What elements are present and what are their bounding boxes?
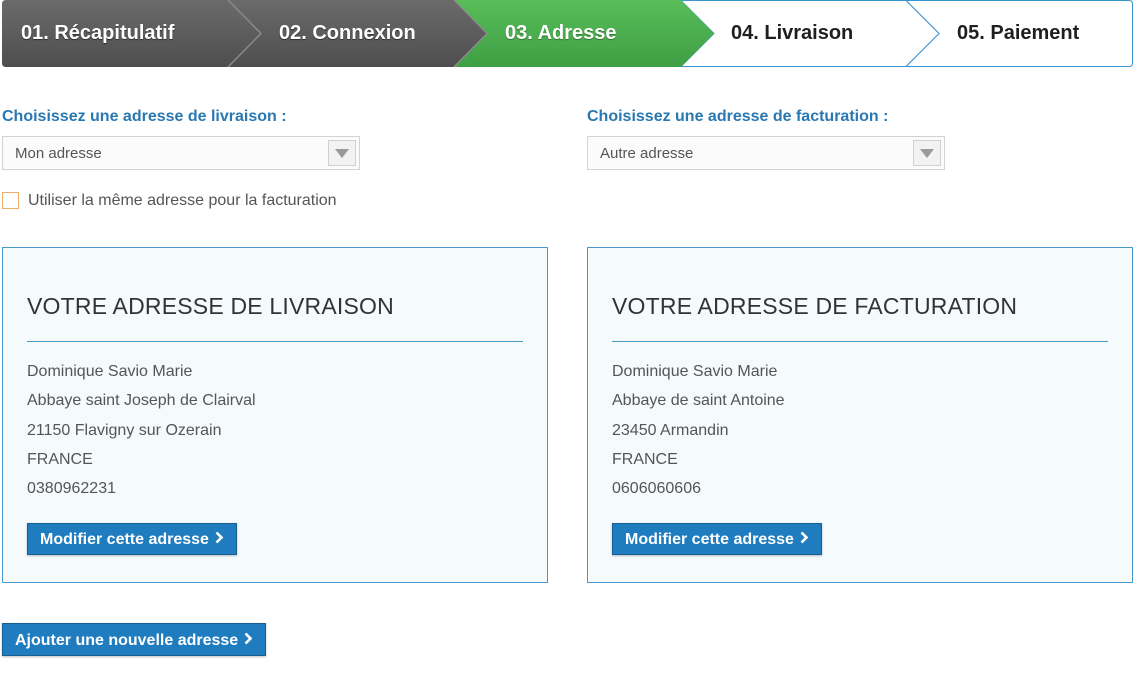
address-street: Abbaye saint Joseph de Clairval [27, 392, 256, 410]
add-new-address-button[interactable]: Ajouter une nouvelle adresse [2, 623, 267, 657]
step-connexion[interactable]: 02. Connexion [279, 0, 416, 67]
billing-address-lines: Dominique Savio Marie Abbaye de saint An… [612, 362, 785, 508]
triangle-down-icon [335, 149, 349, 158]
address-country: FRANCE [27, 450, 93, 468]
divider [612, 341, 1108, 342]
edit-delivery-address-button[interactable]: Modifier cette adresse [27, 523, 237, 555]
delivery-address-label: Choisissez une adresse de livraison : [2, 108, 287, 125]
address-city: 21150 Flavigny sur Ozerain [27, 421, 222, 439]
chevron-right-icon [800, 524, 809, 556]
step-livraison: 04. Livraison [731, 22, 854, 44]
delivery-select-value: Mon adresse [15, 145, 102, 162]
billing-card-title: VOTRE ADRESSE DE FACTURATION [612, 293, 1018, 319]
address-name: Dominique Savio Marie [612, 363, 778, 380]
billing-address-label: Choisissez une adresse de facturation : [587, 108, 889, 125]
triangle-down-icon [920, 149, 934, 158]
same-address-checkbox[interactable] [2, 192, 19, 209]
delivery-address-card: VOTRE ADRESSE DE LIVRAISON Dominique Sav… [2, 247, 548, 583]
delivery-address-lines: Dominique Savio Marie Abbaye saint Josep… [27, 362, 256, 508]
address-country: FRANCE [612, 450, 678, 468]
step-recapitulatif[interactable]: 01. Récapitulatif [21, 0, 174, 67]
dropdown-arrow-button[interactable] [913, 140, 941, 166]
address-street: Abbaye de saint Antoine [612, 392, 785, 410]
dropdown-arrow-button[interactable] [328, 140, 356, 166]
billing-address-select[interactable]: Autre adresse [587, 136, 945, 170]
step-adresse: 03. Adresse [505, 22, 617, 44]
delivery-address-select[interactable]: Mon adresse [2, 136, 360, 170]
button-label: Modifier cette adresse [625, 531, 794, 549]
checkout-steps: 01. Récapitulatif 02. Connexion 03. Adre… [2, 0, 1133, 67]
edit-billing-address-button[interactable]: Modifier cette adresse [612, 523, 822, 555]
billing-select-value: Autre adresse [600, 145, 694, 162]
button-label: Ajouter une nouvelle adresse [15, 632, 239, 649]
address-name: Dominique Savio Marie [27, 363, 193, 380]
address-city: 23450 Armandin [612, 421, 729, 439]
button-label: Modifier cette adresse [40, 531, 209, 549]
address-phone: 0606060606 [612, 480, 701, 498]
same-address-checkbox-label[interactable]: Utiliser la même adresse pour la factura… [28, 192, 337, 210]
chevron-right-icon [215, 524, 224, 556]
billing-address-card: VOTRE ADRESSE DE FACTURATION Dominique S… [587, 247, 1133, 583]
address-phone: 0380962231 [27, 480, 116, 498]
divider [27, 341, 523, 342]
step-paiement: 05. Paiement [957, 22, 1080, 44]
chevron-right-icon [244, 624, 253, 657]
delivery-card-title: VOTRE ADRESSE DE LIVRAISON [27, 293, 394, 319]
